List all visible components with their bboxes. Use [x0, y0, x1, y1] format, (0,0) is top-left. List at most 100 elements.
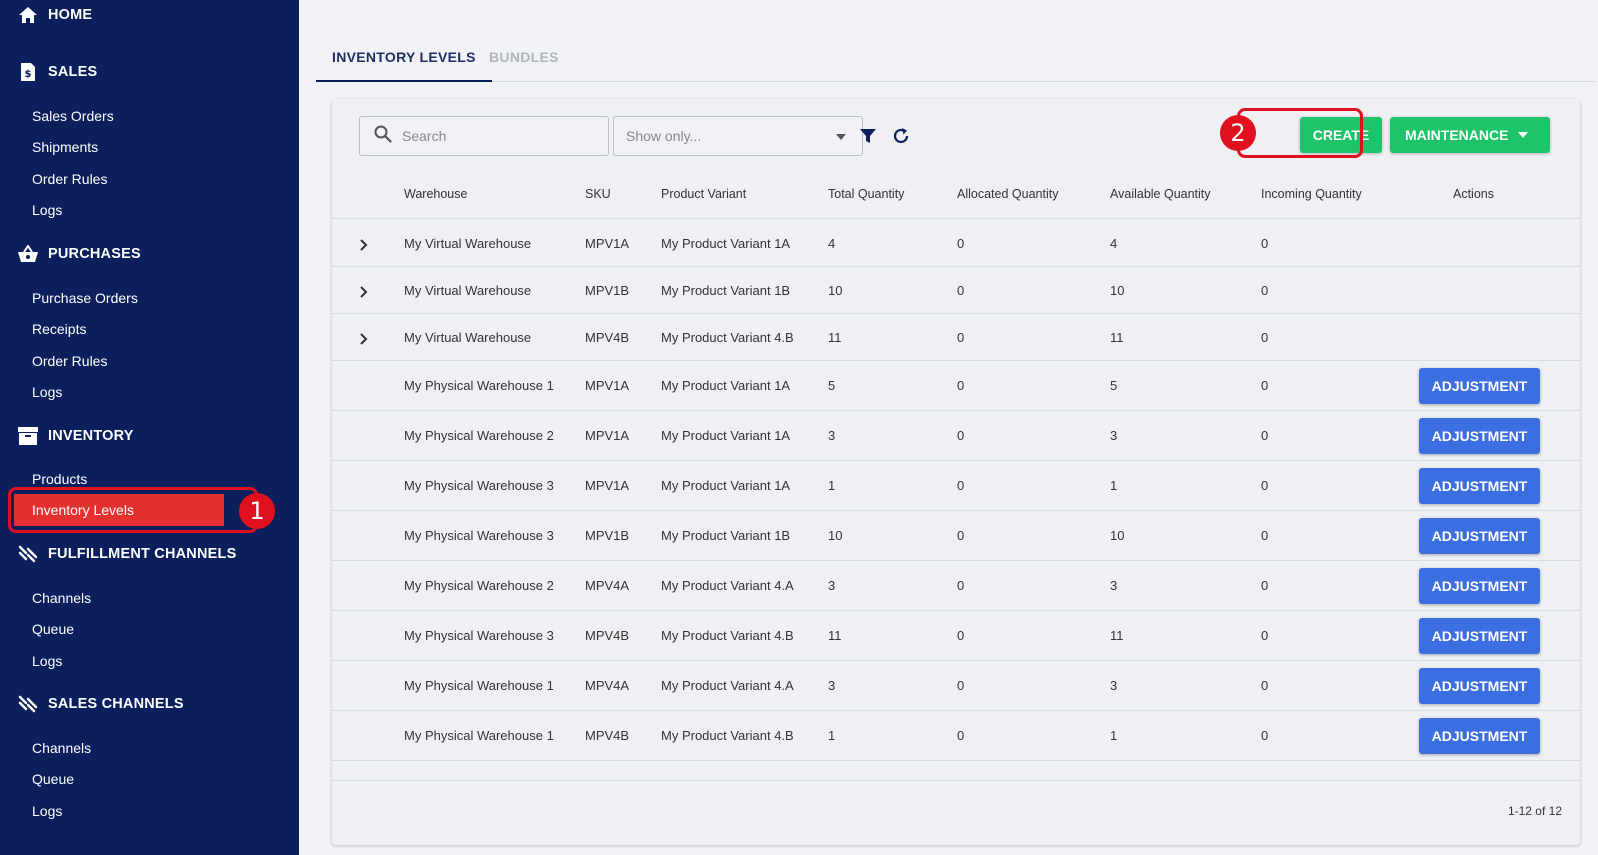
nav-item-sales-channels[interactable]: Channels: [32, 738, 91, 758]
adjustment-button[interactable]: ADJUSTMENT: [1419, 518, 1540, 554]
cell-total-quantity: 1: [828, 478, 836, 493]
cell-warehouse: My Physical Warehouse 1: [404, 378, 554, 393]
filter-icon[interactable]: [858, 126, 878, 146]
cell-available-quantity: 3: [1110, 578, 1118, 593]
cell-allocated-quantity: 0: [957, 330, 965, 345]
cell-product-variant: My Product Variant 4.A: [661, 578, 794, 593]
column-header-actions: Actions: [1453, 187, 1494, 201]
maintenance-label: MAINTENANCE: [1405, 127, 1509, 143]
cell-total-quantity: 1: [828, 728, 836, 743]
nav-item-sales-logs[interactable]: Logs: [32, 200, 62, 220]
refresh-icon[interactable]: [891, 126, 911, 146]
tab-inventory-levels[interactable]: INVENTORY LEVELS: [316, 40, 492, 82]
column-header-sku[interactable]: SKU: [585, 177, 611, 211]
cell-incoming-quantity: 0: [1261, 283, 1269, 298]
cell-allocated-quantity: 0: [957, 628, 965, 643]
cell-product-variant: My Product Variant 4.A: [661, 678, 794, 693]
nav-item-sales-channels-queue[interactable]: Queue: [32, 769, 74, 789]
highlight-box-inventory-levels: [8, 487, 258, 533]
cell-total-quantity: 11: [828, 330, 842, 345]
cell-allocated-quantity: 0: [957, 428, 965, 443]
table-header: Warehouse SKU Product Variant Total Quan…: [332, 177, 1580, 219]
nav-section-inventory[interactable]: INVENTORY: [18, 424, 134, 448]
nav-item-sales-order-rules[interactable]: Order Rules: [32, 169, 107, 189]
tab-bundles[interactable]: BUNDLES: [473, 40, 575, 82]
nav-item-purchase-logs[interactable]: Logs: [32, 382, 62, 402]
search-input[interactable]: [402, 128, 582, 144]
search-box[interactable]: [359, 116, 609, 156]
home-icon: [18, 5, 38, 25]
table-row: My Physical Warehouse 3 MPV1A My Product V…: [332, 461, 1580, 511]
table-row[interactable]: My Virtual Warehouse MPV1A My Product Vari…: [332, 220, 1580, 267]
adjustment-button[interactable]: ADJUSTMENT: [1419, 718, 1540, 754]
nav-item-fulfillment-queue[interactable]: Queue: [32, 619, 74, 639]
table-row[interactable]: My Virtual Warehouse MPV1B My Product Vari…: [332, 267, 1580, 314]
cell-incoming-quantity: 0: [1261, 528, 1269, 543]
nav-item-shipments[interactable]: Shipments: [32, 137, 98, 157]
nav-section-sales-channels[interactable]: SALES CHANNELS: [18, 692, 184, 716]
adjustment-button[interactable]: ADJUSTMENT: [1419, 468, 1540, 504]
adjustment-button[interactable]: ADJUSTMENT: [1419, 568, 1540, 604]
cell-sku: MPV1B: [585, 528, 630, 543]
cell-warehouse: My Physical Warehouse 1: [404, 678, 554, 693]
cell-incoming-quantity: 0: [1261, 236, 1269, 251]
cell-sku: MPV4A: [585, 678, 630, 693]
nav-item-purchase-orders[interactable]: Purchase Orders: [32, 288, 138, 308]
column-header-total-quantity[interactable]: Total Quantity: [828, 177, 904, 211]
cell-allocated-quantity: 0: [957, 528, 965, 543]
column-header-incoming-quantity[interactable]: Incoming Quantity: [1261, 177, 1362, 211]
nav-section-purchases[interactable]: PURCHASES: [18, 242, 141, 266]
show-only-placeholder: Show only...: [626, 128, 702, 144]
cell-sku: MPV4B: [585, 628, 630, 643]
nav-section-label: INVENTORY: [48, 428, 134, 444]
cell-warehouse: My Virtual Warehouse: [404, 236, 532, 251]
cell-sku: MPV1A: [585, 428, 630, 443]
nav-section-label: SALES: [48, 64, 98, 80]
nav-section-sales[interactable]: $ SALES: [18, 60, 97, 84]
cell-allocated-quantity: 0: [957, 578, 965, 593]
maintenance-dropdown-button[interactable]: MAINTENANCE: [1390, 117, 1550, 153]
nav-item-receipts[interactable]: Receipts: [32, 319, 86, 339]
nav-item-purchase-order-rules[interactable]: Order Rules: [32, 351, 107, 371]
nav-home-label: HOME: [48, 7, 93, 23]
table-row: My Physical Warehouse 2 MPV1A My Product V…: [332, 411, 1580, 461]
chevron-down-icon: [836, 134, 846, 140]
column-header-allocated-quantity[interactable]: Allocated Quantity: [957, 177, 1058, 211]
nav-home[interactable]: HOME: [18, 3, 92, 27]
chevron-right-icon[interactable]: [358, 238, 370, 251]
table-footer: 1-12 of 12: [332, 780, 1580, 845]
adjustment-button[interactable]: ADJUSTMENT: [1419, 418, 1540, 454]
cell-available-quantity: 4: [1110, 236, 1118, 251]
cell-total-quantity: 10: [828, 528, 843, 543]
cell-allocated-quantity: 0: [957, 283, 965, 298]
nav-section-fulfillment-channels[interactable]: FULFILLMENT CHANNELS: [18, 542, 236, 566]
column-header-product-variant[interactable]: Product Variant: [661, 177, 746, 211]
cell-total-quantity: 3: [828, 428, 836, 443]
nav-item-fulfillment-channels[interactable]: Channels: [32, 588, 91, 608]
cell-warehouse: My Virtual Warehouse: [404, 283, 532, 298]
cell-incoming-quantity: 0: [1261, 478, 1269, 493]
adjustment-button[interactable]: ADJUSTMENT: [1419, 668, 1540, 704]
table-row: My Physical Warehouse 1 MPV1A My Product V…: [332, 361, 1580, 411]
cell-product-variant: My Product Variant 1B: [661, 283, 791, 298]
chevron-down-icon: [1518, 132, 1528, 138]
show-only-select[interactable]: Show only...: [613, 116, 863, 156]
cell-product-variant: My Product Variant 1A: [661, 236, 791, 251]
adjustment-button[interactable]: ADJUSTMENT: [1419, 618, 1540, 654]
chevron-right-icon[interactable]: [358, 285, 370, 298]
adjustment-button[interactable]: ADJUSTMENT: [1419, 368, 1540, 404]
cell-product-variant: My Product Variant 4.B: [661, 628, 794, 643]
column-header-warehouse[interactable]: Warehouse: [404, 177, 467, 211]
chevron-right-icon[interactable]: [358, 332, 370, 345]
cell-allocated-quantity: 0: [957, 678, 965, 693]
column-header-available-quantity[interactable]: Available Quantity: [1110, 177, 1211, 211]
nav-item-fulfillment-logs[interactable]: Logs: [32, 651, 62, 671]
channel-icon: [18, 694, 38, 714]
nav-item-sales-channels-logs[interactable]: Logs: [32, 801, 62, 821]
nav-item-sales-orders[interactable]: Sales Orders: [32, 106, 114, 126]
nav-item-products[interactable]: Products: [32, 469, 87, 489]
table-row[interactable]: My Virtual Warehouse MPV4B My Product Vari…: [332, 314, 1580, 361]
cell-available-quantity: 11: [1110, 330, 1124, 345]
cell-product-variant: My Product Variant 1A: [661, 378, 791, 393]
cell-warehouse: My Virtual Warehouse: [404, 330, 532, 345]
